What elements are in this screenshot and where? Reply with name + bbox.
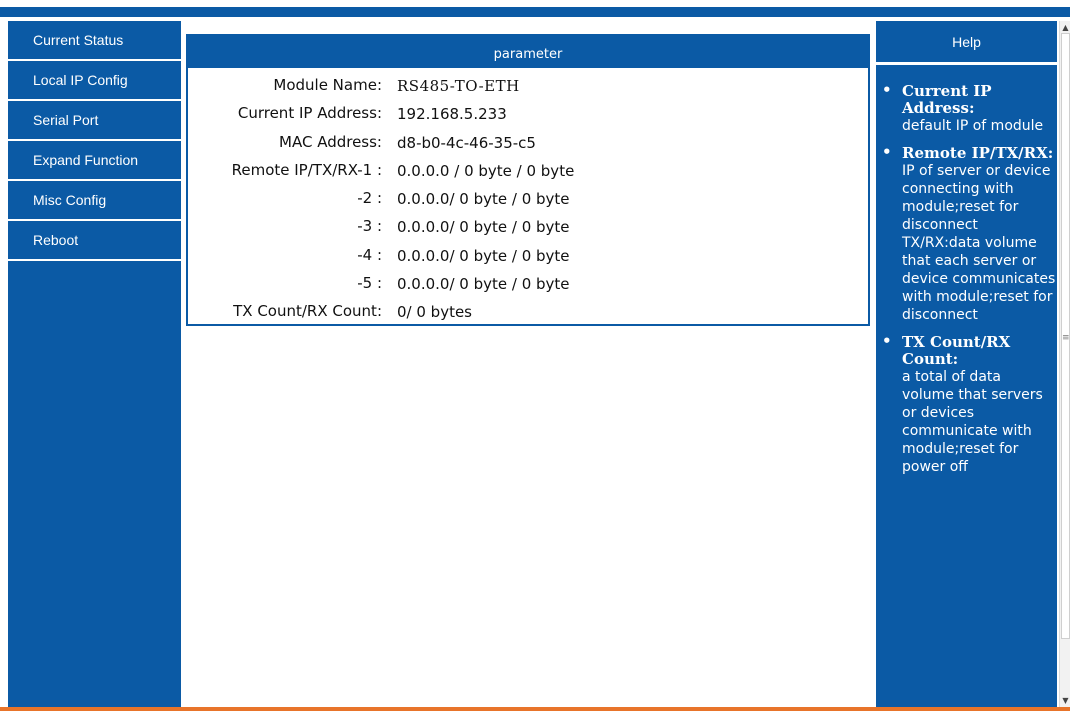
scrollbar-grip-icon: ≡ [1062, 333, 1070, 343]
param-label: Remote IP/TX/RX-1 : [231, 160, 382, 179]
help-item: TX Count/RX Count: a total of data volum… [882, 332, 1057, 476]
param-value: 192.168.5.233 [397, 105, 507, 124]
param-label: Module Name: [273, 76, 382, 94]
sidebar-item-local-ip-config[interactable]: Local IP Config [8, 61, 181, 101]
param-label: Current IP Address: [237, 104, 382, 123]
param-value: 0.0.0.0/ 0 byte / 0 byte [397, 246, 570, 265]
param-label: -2 : [357, 189, 382, 208]
param-row-current-ip: Current IP Address: 192.168.5.233 [188, 100, 868, 128]
param-value: RS485-TO-ETH [397, 77, 520, 95]
sidebar-item-misc-config[interactable]: Misc Config [8, 181, 181, 221]
parameter-rows: Module Name: RS485-TO-ETH Current IP Add… [188, 72, 868, 327]
param-row-remote-4: -4 : 0.0.0.0/ 0 byte / 0 byte [188, 242, 868, 270]
parameter-panel: parameter Module Name: RS485-TO-ETH Curr… [186, 34, 870, 326]
sidebar-item-expand-function[interactable]: Expand Function [8, 141, 181, 181]
param-value: 0/ 0 bytes [397, 303, 472, 322]
param-row-module-name: Module Name: RS485-TO-ETH [188, 72, 868, 100]
sidebar-item-serial-port[interactable]: Serial Port [8, 101, 181, 141]
help-panel: Help Current IP Address: default IP of m… [876, 21, 1057, 707]
help-item-title: Current IP Address: [902, 82, 992, 117]
param-row-tx-rx-count: TX Count/RX Count: 0/ 0 bytes [188, 298, 868, 326]
param-row-mac-address: MAC Address: d8-b0-4c-46-35-c5 [188, 129, 868, 157]
vertical-scrollbar[interactable]: ▲ ≡ ▼ [1059, 21, 1070, 707]
param-value: 0.0.0.0/ 0 byte / 0 byte [397, 190, 570, 209]
help-item: Remote IP/TX/RX: IP of server or device … [882, 143, 1057, 324]
param-value: 0.0.0.0/ 0 byte / 0 byte [397, 275, 570, 294]
help-item-title: TX Count/RX Count: [902, 333, 1011, 368]
scroll-down-arrow-icon[interactable]: ▼ [1061, 696, 1070, 705]
param-row-remote-5: -5 : 0.0.0.0/ 0 byte / 0 byte [188, 270, 868, 298]
param-label: -5 : [357, 274, 382, 293]
param-row-remote-2: -2 : 0.0.0.0/ 0 byte / 0 byte [188, 185, 868, 213]
parameter-header: parameter [188, 36, 868, 68]
help-item-text: IP of server or device connecting with m… [902, 163, 1056, 323]
param-value: 0.0.0.0/ 0 byte / 0 byte [397, 218, 570, 237]
param-label: TX Count/RX Count: [233, 302, 382, 321]
help-item-title: Remote IP/TX/RX: [902, 144, 1054, 162]
param-label: -3 : [357, 217, 382, 236]
scroll-up-arrow-icon[interactable]: ▲ [1061, 23, 1070, 32]
param-label: MAC Address: [279, 132, 382, 151]
sidebar-item-current-status[interactable]: Current Status [8, 21, 181, 61]
help-header: Help [876, 21, 1057, 65]
bottom-bar [0, 707, 1070, 711]
sidebar-nav: Current Status Local IP Config Serial Po… [8, 21, 181, 707]
param-row-remote-1: Remote IP/TX/RX-1 : 0.0.0.0 / 0 byte / 0… [188, 157, 868, 185]
sidebar-item-reboot[interactable]: Reboot [8, 221, 181, 261]
help-item-text: a total of data volume that servers or d… [902, 369, 1043, 475]
param-row-remote-3: -3 : 0.0.0.0/ 0 byte / 0 byte [188, 213, 868, 241]
param-value: 0.0.0.0 / 0 byte / 0 byte [397, 161, 575, 180]
param-value: d8-b0-4c-46-35-c5 [397, 133, 536, 152]
help-list: Current IP Address: default IP of module… [876, 65, 1057, 476]
help-item: Current IP Address: default IP of module [882, 81, 1057, 135]
help-item-text: default IP of module [902, 118, 1044, 134]
top-bar [0, 7, 1070, 17]
param-label: -4 : [357, 245, 382, 264]
